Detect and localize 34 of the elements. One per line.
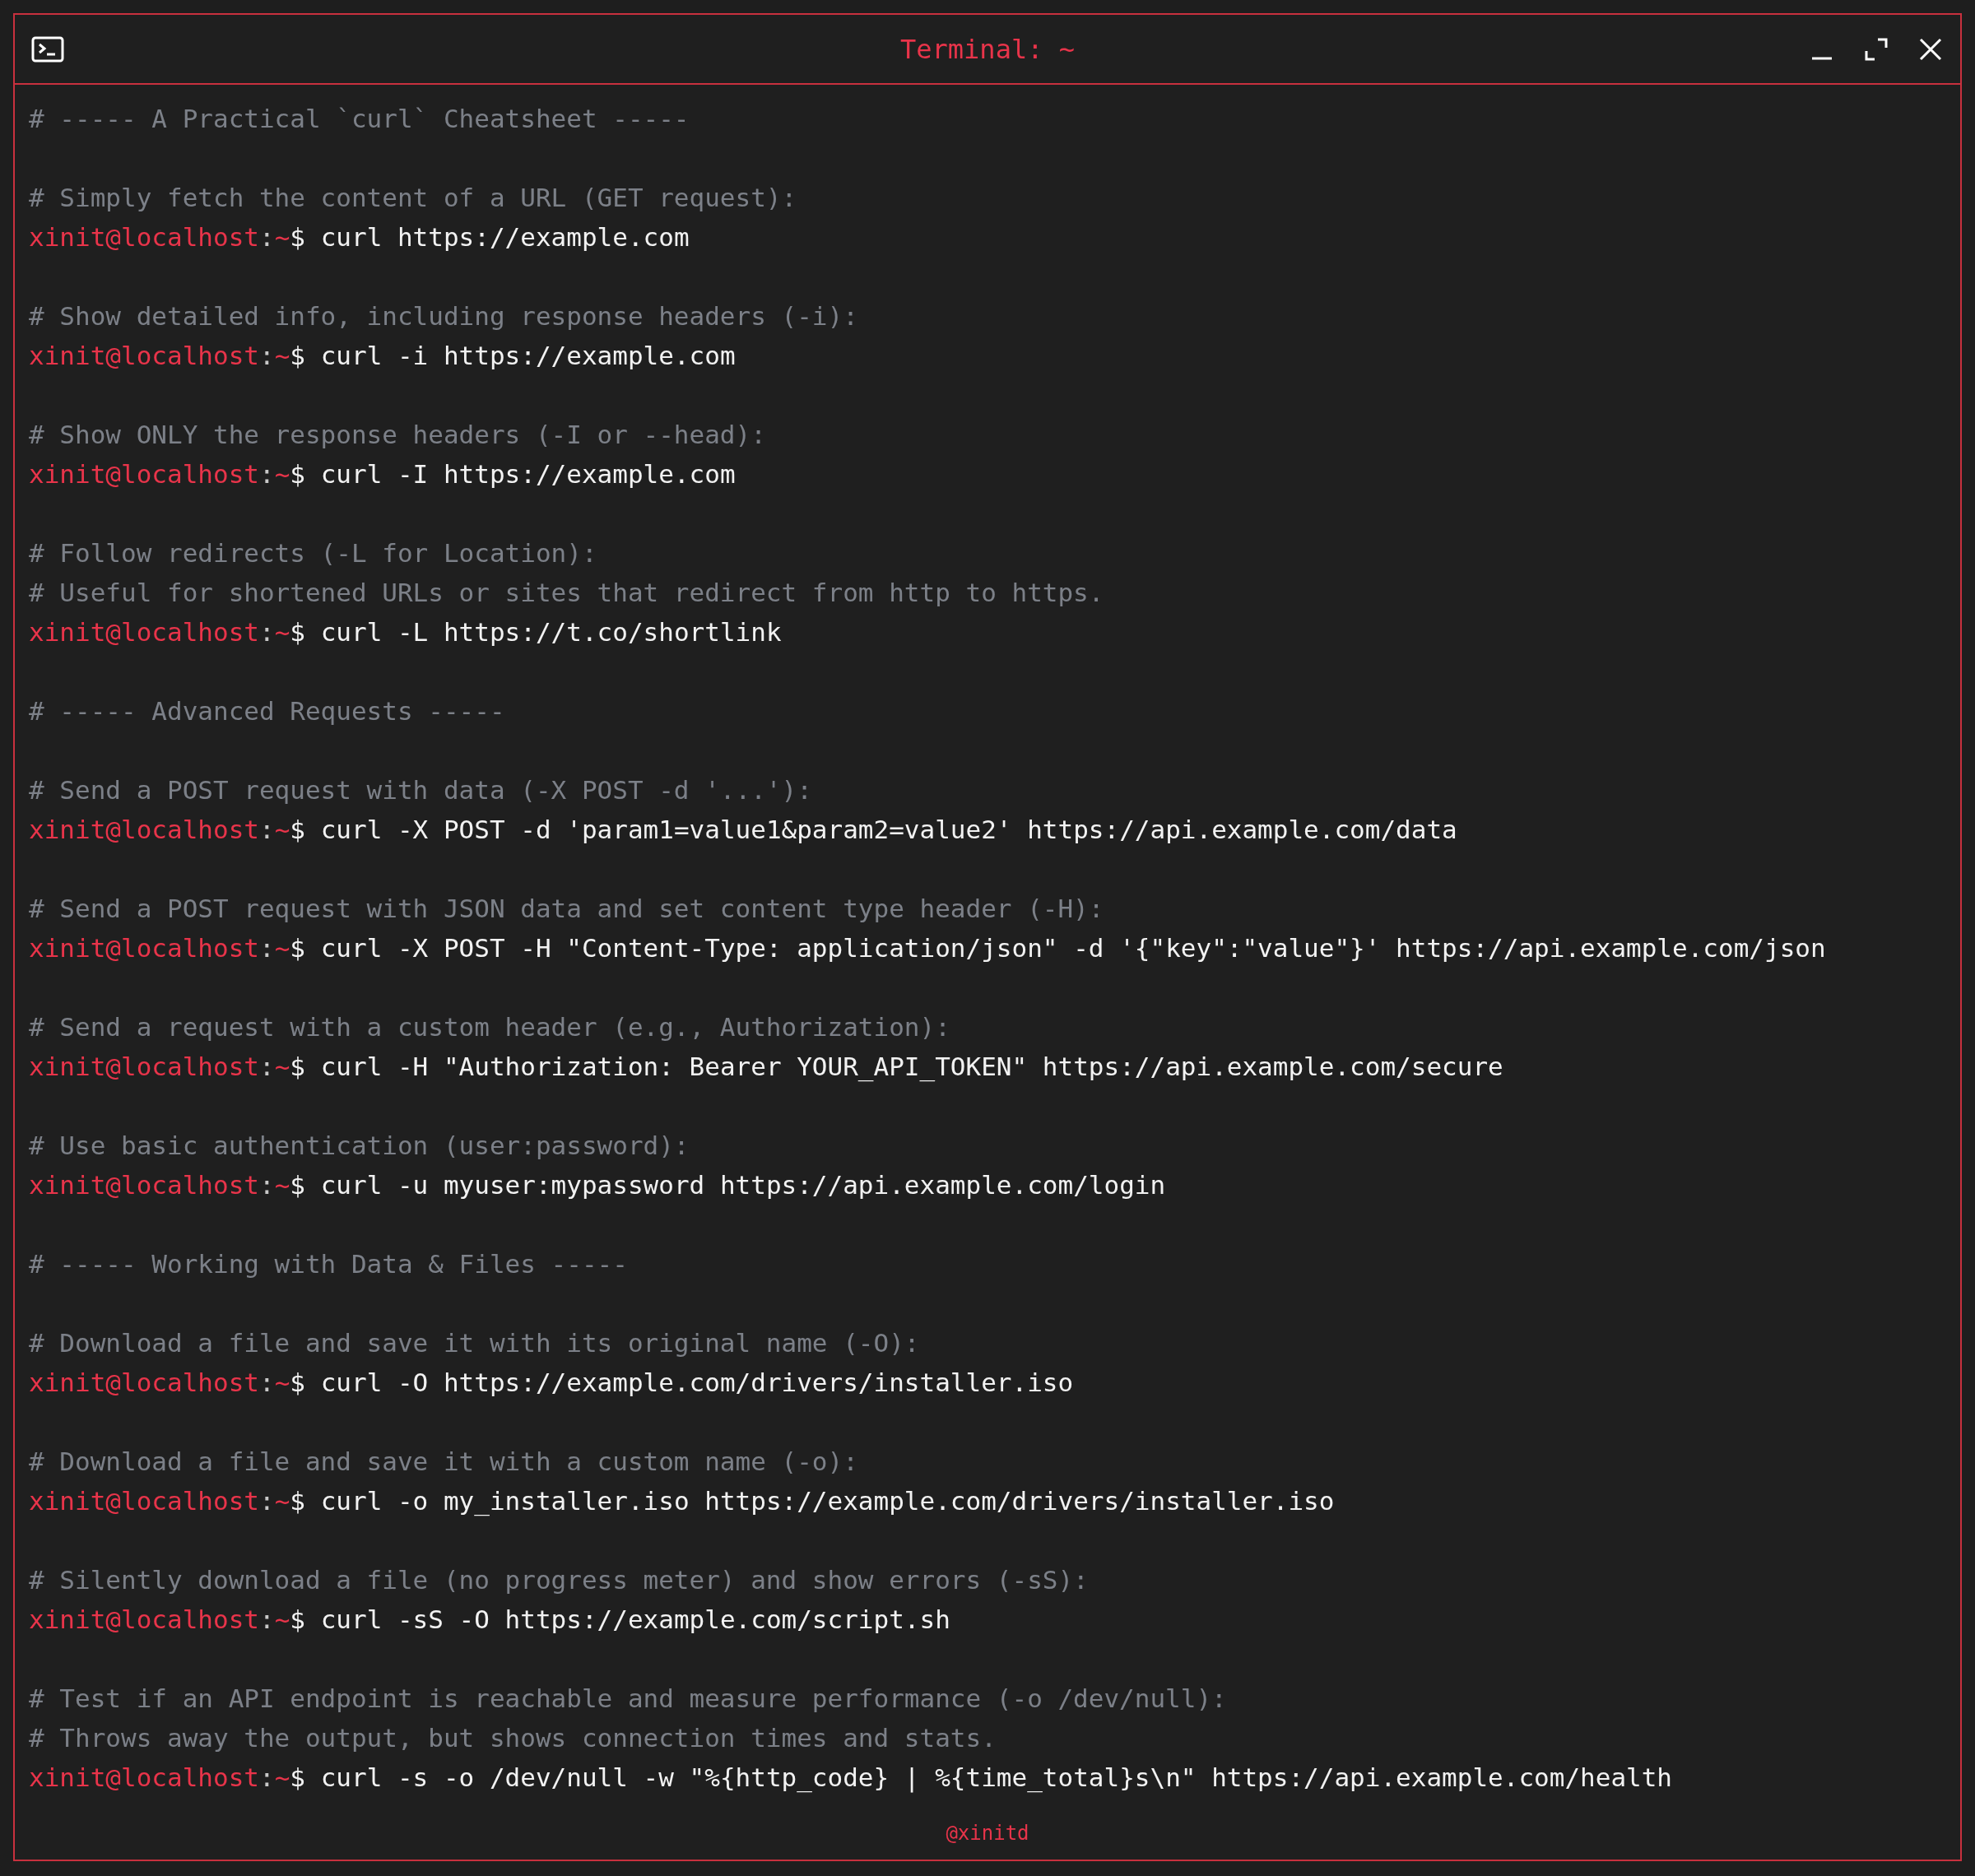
close-icon[interactable] (1919, 37, 1942, 61)
comment-line: # Send a POST request with data (-X POST -d '...'): (29, 774, 813, 806)
command-line: xinit@localhost:~$ curl -L https://t.co/shortlink (29, 616, 783, 648)
comment-line: # Download a file and save it with its original name (-O): (29, 1327, 921, 1359)
comment-line: # Test if an API endpoint is reachable and measure performance (-o /dev/null): (29, 1683, 1228, 1715)
comment-line: # Show detailed info, including response headers (-i): (29, 300, 859, 332)
command-line: xinit@localhost:~$ curl -o my_installer.iso https://example.com/drivers/installer.iso (29, 1485, 1336, 1518)
command-line: xinit@localhost:~$ curl https://example.com (29, 221, 690, 253)
comment-line: # ----- Advanced Requests ----- (29, 695, 506, 727)
command-line: xinit@localhost:~$ curl -sS -O https://example.com/script.sh (29, 1604, 951, 1636)
command-line: xinit@localhost:~$ curl -I https://example.com (29, 458, 737, 490)
maximize-icon[interactable] (1865, 37, 1888, 61)
comment-line: # ----- Working with Data & Files ----- (29, 1248, 629, 1280)
comment-line: # Show ONLY the response headers (-I or --head): (29, 419, 767, 451)
comment-line: # ----- A Practical `curl` Cheatsheet ----- (29, 103, 690, 135)
comment-line: # Silently download a file (no progress meter) and show errors (-sS): (29, 1564, 1090, 1596)
comment-line: # Download a file and save it with a custom name (-o): (29, 1446, 859, 1478)
comment-line: # Throws away the output, but shows connection times and stats. (29, 1722, 997, 1754)
window-title: Terminal: ~ (900, 33, 1075, 65)
comment-line: # Useful for shortened URLs or sites that redirect from http to https. (29, 577, 1105, 609)
command-line: xinit@localhost:~$ curl -s -o /dev/null -w "%{http_code} | %{time_total}s\n" https://api.example.com/health (29, 1762, 1674, 1795)
comment-line: # Send a POST request with JSON data and set content type header (-H): (29, 893, 1105, 925)
command-line: xinit@localhost:~$ curl -X POST -H "Content-Type: application/json" -d '{"key":"value"}' https://api.example.com/json (29, 932, 1827, 964)
command-line: xinit@localhost:~$ curl -H "Authorization: Bearer YOUR_API_TOKEN" https://api.example.com/secure (29, 1051, 1504, 1084)
command-line: xinit@localhost:~$ curl -i https://example.com (29, 340, 737, 372)
comment-line: # Send a request with a custom header (e.g., Authorization): (29, 1011, 951, 1043)
terminal-icon (31, 35, 64, 63)
author-credit: @xinitd (946, 1822, 1029, 1845)
command-line: xinit@localhost:~$ curl -O https://example.com/drivers/installer.iso (29, 1367, 1075, 1399)
comment-line: # Use basic authentication (user:password): (29, 1130, 690, 1162)
comment-line: # Simply fetch the content of a URL (GET request): (29, 182, 798, 214)
command-line: xinit@localhost:~$ curl -X POST -d 'param1=value1&param2=value2' https://api.example.com/data (29, 814, 1458, 846)
comment-line: # Follow redirects (-L for Location): (29, 537, 598, 569)
command-line: xinit@localhost:~$ curl -u myuser:mypassword https://api.example.com/login (29, 1169, 1167, 1201)
